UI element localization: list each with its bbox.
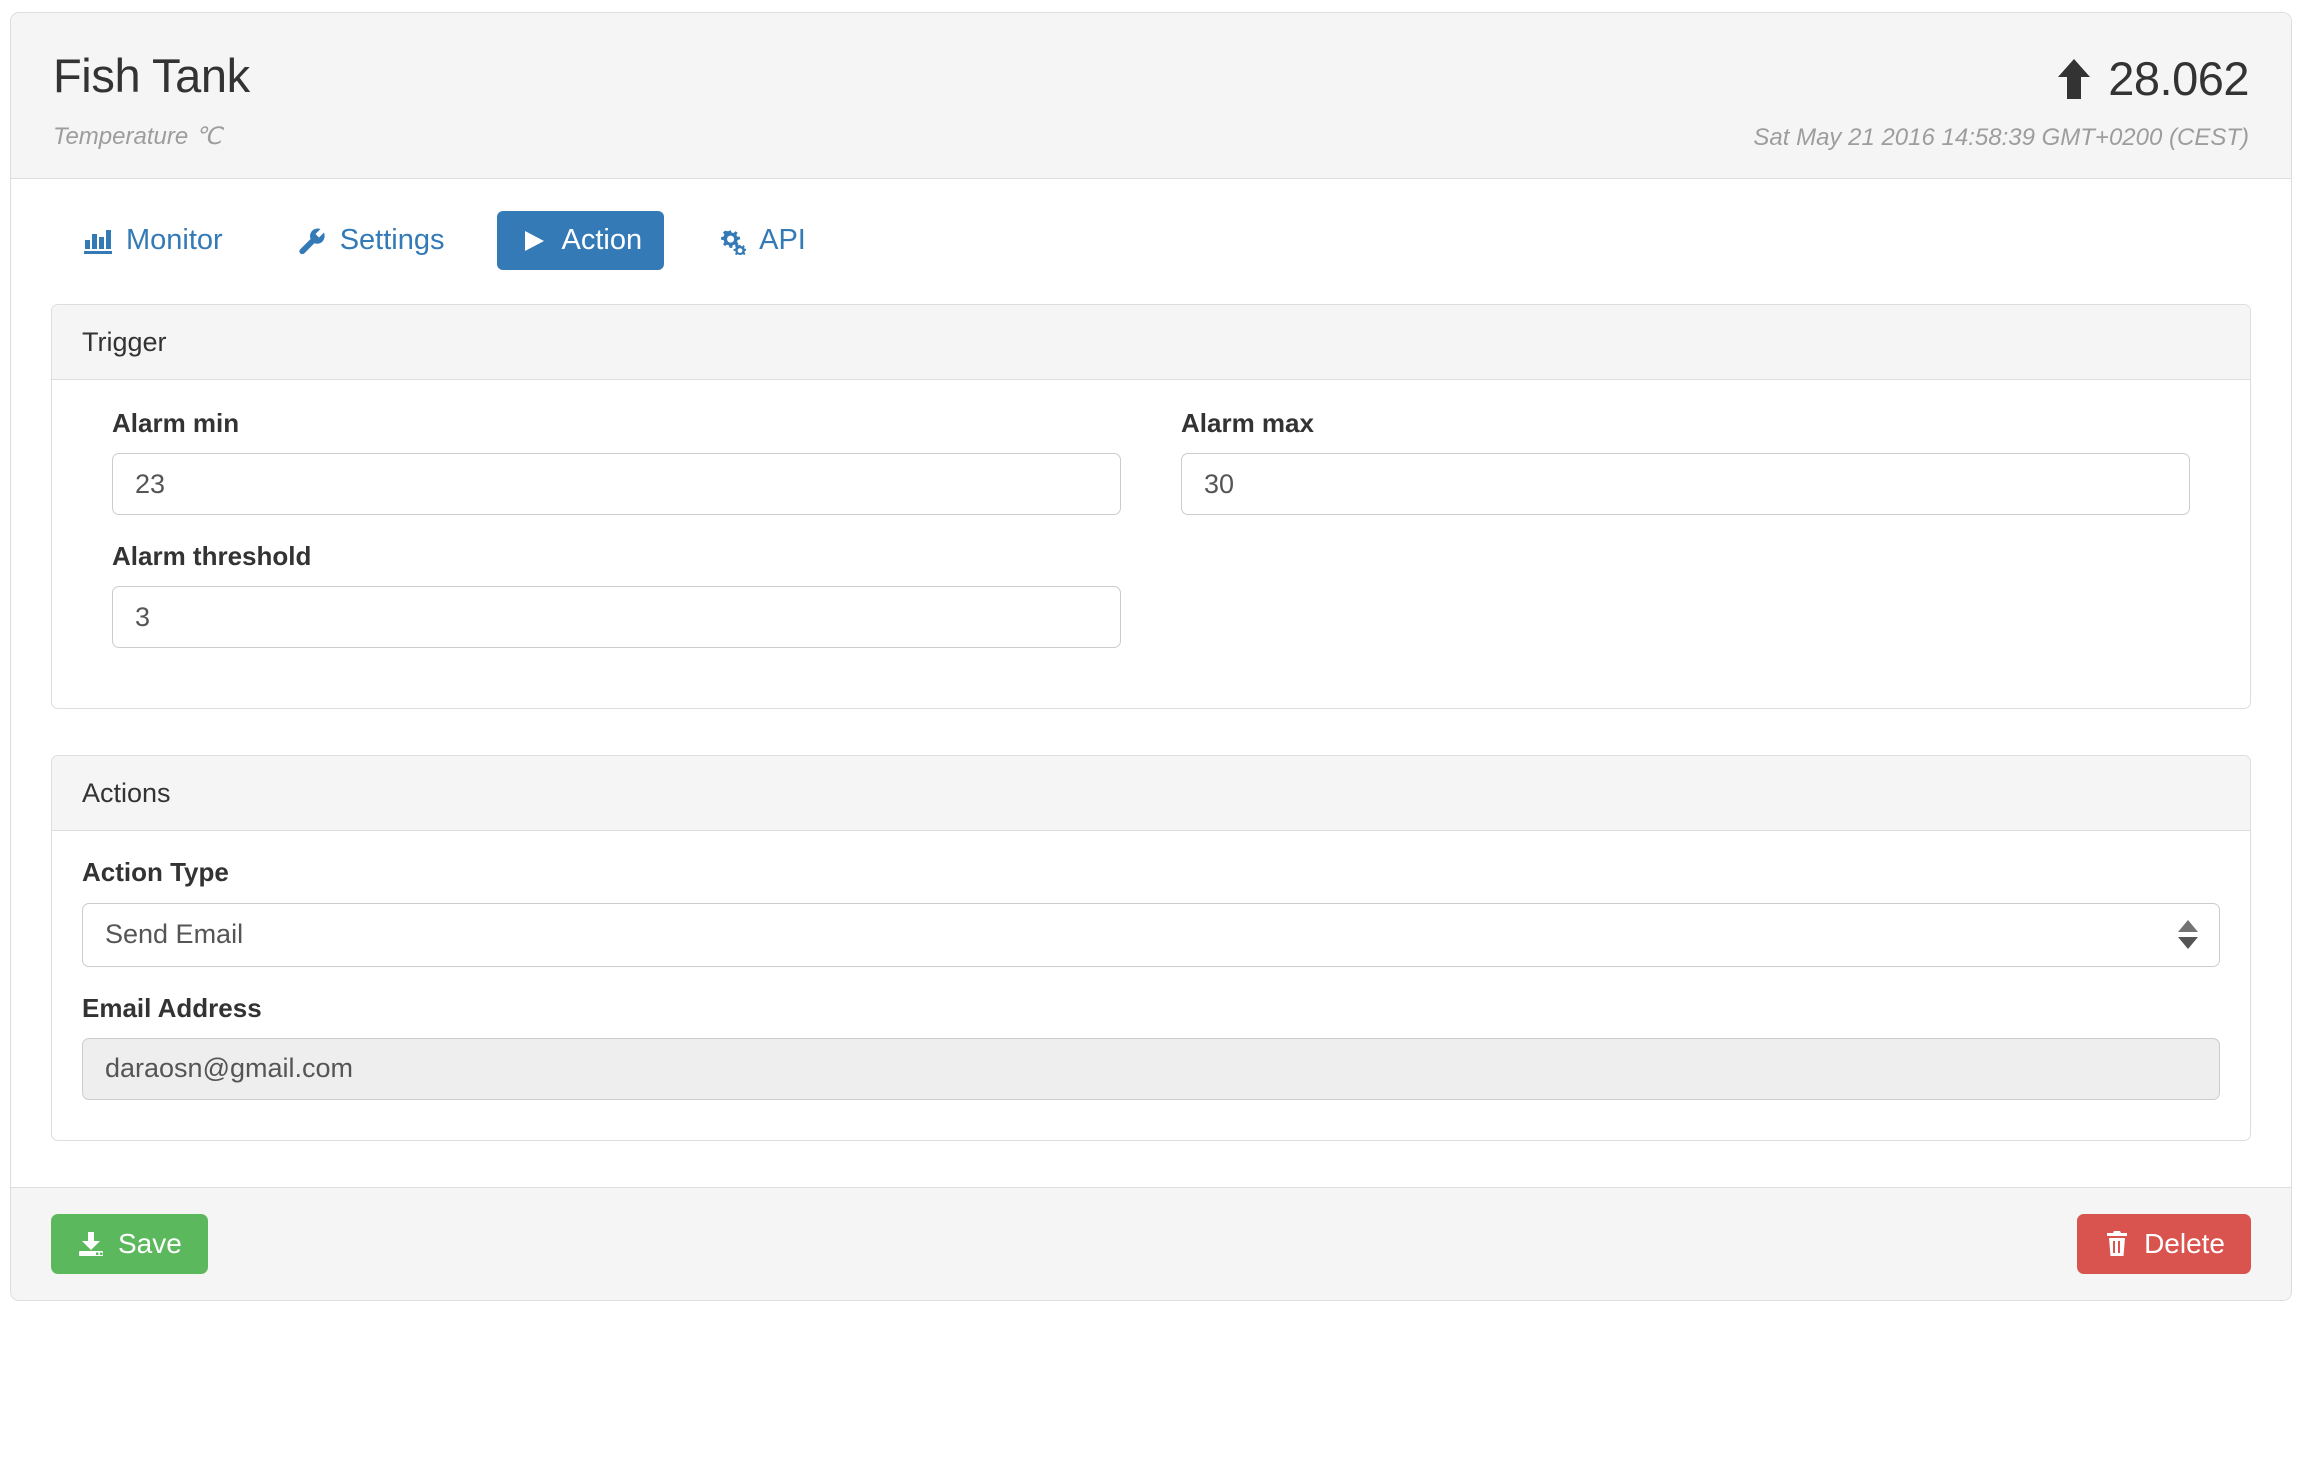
save-icon — [77, 1230, 105, 1258]
trigger-row-2: Alarm threshold — [82, 541, 2220, 674]
actions-panel: Actions Action Type Send Email Email Add… — [51, 755, 2251, 1140]
play-icon — [519, 227, 549, 255]
alarm-max-col: Alarm max — [1151, 408, 2220, 541]
tab-action[interactable]: Action — [497, 211, 665, 270]
action-type-label: Action Type — [82, 857, 2220, 888]
alarm-min-group: Alarm min — [112, 408, 1121, 515]
wrench-icon — [297, 227, 327, 255]
trigger-row-1: Alarm min Alarm max — [82, 408, 2220, 541]
device-header: Fish Tank Temperature ℃ 28.062 Sat May 2… — [11, 13, 2291, 179]
header-right: 28.062 Sat May 21 2016 14:58:39 GMT+0200… — [1753, 51, 2249, 152]
current-reading: 28.062 — [1753, 55, 2249, 102]
reading-value: 28.062 — [2108, 55, 2249, 102]
save-button-label: Save — [118, 1230, 182, 1258]
tab-api-label: API — [759, 226, 806, 255]
alarm-min-label: Alarm min — [112, 408, 1121, 439]
trigger-panel-heading: Trigger — [52, 305, 2250, 380]
alarm-threshold-group: Alarm threshold — [112, 541, 1121, 648]
tab-monitor[interactable]: Monitor — [61, 211, 245, 270]
alarm-min-col: Alarm min — [82, 408, 1151, 541]
trigger-panel-body: Alarm min Alarm max Alarm t — [52, 380, 2250, 708]
bar-chart-icon — [83, 227, 113, 255]
delete-button-label: Delete — [2144, 1230, 2225, 1258]
email-address-input[interactable] — [82, 1038, 2220, 1100]
alarm-max-input[interactable] — [1181, 453, 2190, 515]
trigger-panel: Trigger Alarm min Alarm max — [51, 304, 2251, 709]
alarm-threshold-input[interactable] — [112, 586, 1121, 648]
form-footer: Save Delete — [11, 1187, 2291, 1300]
tab-bar: Monitor Settings Action — [51, 211, 2251, 270]
actions-panel-heading: Actions — [52, 756, 2250, 831]
email-address-group: Email Address — [80, 993, 2222, 1100]
page-title: Fish Tank — [53, 51, 250, 100]
alarm-max-label: Alarm max — [1181, 408, 2190, 439]
delete-button[interactable]: Delete — [2077, 1214, 2251, 1274]
action-type-select[interactable]: Send Email — [82, 903, 2220, 967]
save-button[interactable]: Save — [51, 1214, 208, 1274]
arrow-up-icon — [2056, 57, 2092, 101]
alarm-min-input[interactable] — [112, 453, 1121, 515]
device-body: Monitor Settings Action — [11, 179, 2291, 1300]
header-left: Fish Tank Temperature ℃ — [53, 51, 250, 151]
alarm-max-group: Alarm max — [1181, 408, 2190, 515]
device-panel: Fish Tank Temperature ℃ 28.062 Sat May 2… — [10, 12, 2292, 1301]
tab-settings-label: Settings — [340, 226, 445, 255]
alarm-threshold-col: Alarm threshold — [82, 541, 1151, 674]
action-type-select-wrap[interactable]: Send Email — [82, 903, 2220, 967]
gears-icon — [716, 227, 746, 255]
action-type-group: Action Type Send Email — [80, 857, 2222, 966]
reading-timestamp: Sat May 21 2016 14:58:39 GMT+0200 (CEST) — [1753, 124, 2249, 152]
trash-icon — [2103, 1230, 2131, 1258]
trigger-spacer-col — [1151, 541, 2220, 674]
email-address-label: Email Address — [82, 993, 2220, 1024]
alarm-threshold-label: Alarm threshold — [112, 541, 1121, 572]
actions-panel-body: Action Type Send Email Email Address — [52, 831, 2250, 1139]
tab-action-label: Action — [562, 226, 643, 255]
tab-settings[interactable]: Settings — [275, 211, 467, 270]
tab-api[interactable]: API — [694, 211, 828, 270]
device-subtitle: Temperature ℃ — [53, 122, 250, 151]
tab-monitor-label: Monitor — [126, 226, 223, 255]
